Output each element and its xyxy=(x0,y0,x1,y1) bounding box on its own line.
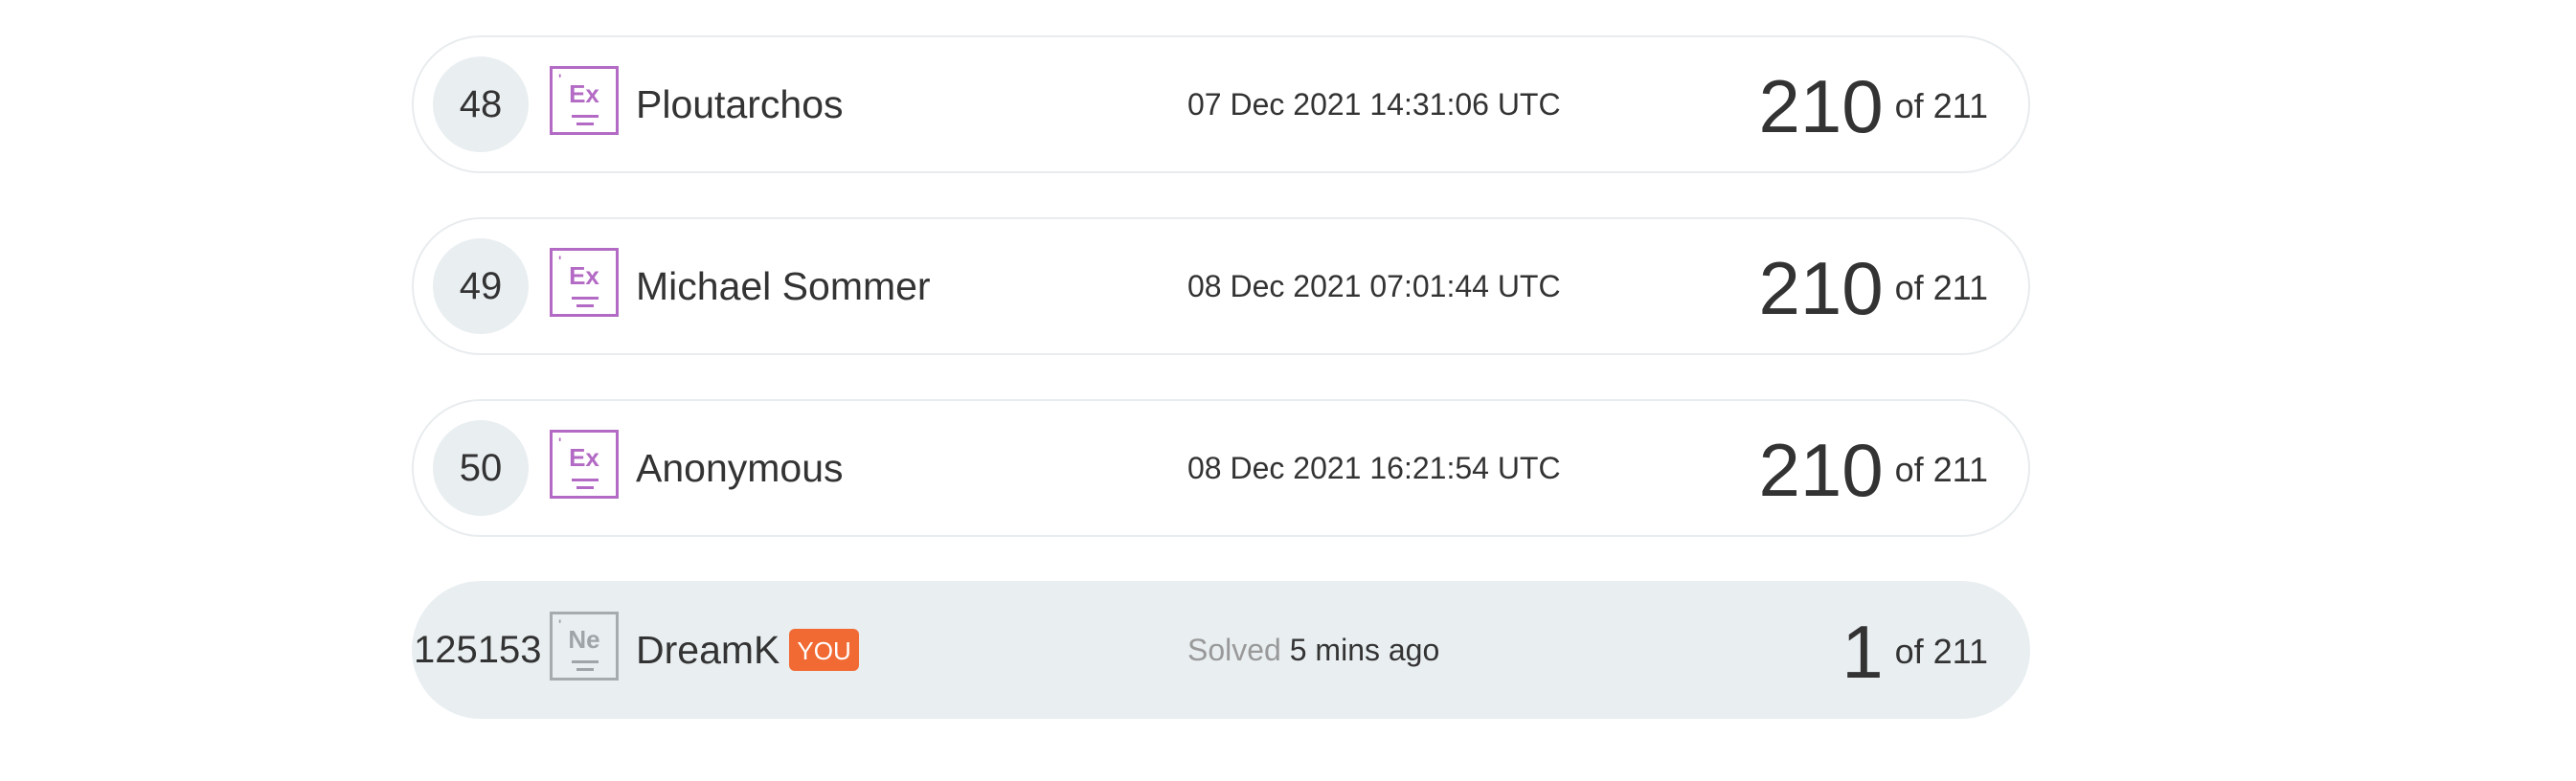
score: 1 of 211 xyxy=(1842,606,1988,698)
leaderboard-row: 48 ' Ex Ploutarchos 07 Dec 2021 14:31:06… xyxy=(412,35,2030,173)
element-symbol: Ex xyxy=(569,79,599,108)
user-name[interactable]: Anonymous xyxy=(636,445,844,491)
score: 210 of 211 xyxy=(1758,60,1988,152)
element-tile-icon: ' Ne xyxy=(550,612,619,681)
element-tile-icon: ' Ex xyxy=(550,66,619,135)
score-total: of 211 xyxy=(1894,268,1988,307)
element-tile-icon: ' Ex xyxy=(550,248,619,317)
solved-label: Solved xyxy=(1187,633,1281,667)
solve-timestamp: 07 Dec 2021 14:31:06 UTC xyxy=(1187,87,1561,122)
element-symbol: Ex xyxy=(569,443,599,472)
element-tile-icon: ' Ex xyxy=(550,430,619,499)
leaderboard-row: 49 ' Ex Michael Sommer 08 Dec 2021 07:01… xyxy=(412,217,2030,355)
rank-badge: 48 xyxy=(433,56,529,152)
solve-timestamp: 08 Dec 2021 07:01:44 UTC xyxy=(1187,269,1561,303)
element-symbol: Ne xyxy=(568,625,600,654)
leaderboard-row: 50 ' Ex Anonymous 08 Dec 2021 16:21:54 U… xyxy=(412,399,2030,537)
score-total: of 211 xyxy=(1894,450,1988,489)
score-total: of 211 xyxy=(1894,632,1988,671)
leaderboard: 48 ' Ex Ploutarchos 07 Dec 2021 14:31:06… xyxy=(412,35,2030,763)
solve-status: Solved 5 mins ago xyxy=(1187,631,1439,669)
score-value: 1 xyxy=(1842,610,1884,694)
rank-badge: 49 xyxy=(433,238,529,334)
user-name[interactable]: Ploutarchos xyxy=(636,81,844,127)
rank-badge: 125153 xyxy=(414,628,542,671)
current-user-row: 125153 ' Ne DreamK YOU Solved 5 mins ago… xyxy=(412,581,2030,719)
you-badge: YOU xyxy=(789,629,859,671)
user-name[interactable]: Michael Sommer xyxy=(636,263,931,309)
rank-badge: 50 xyxy=(433,420,529,516)
score-value: 210 xyxy=(1758,64,1884,148)
score-total: of 211 xyxy=(1894,86,1988,125)
score: 210 of 211 xyxy=(1758,424,1988,516)
element-symbol: Ex xyxy=(569,261,599,290)
score: 210 of 211 xyxy=(1758,242,1988,334)
solve-timestamp: 08 Dec 2021 16:21:54 UTC xyxy=(1187,451,1561,485)
user-name[interactable]: DreamK YOU xyxy=(636,627,859,673)
score-value: 210 xyxy=(1758,246,1884,330)
score-value: 210 xyxy=(1758,428,1884,512)
solved-time: 5 mins ago xyxy=(1289,633,1440,667)
